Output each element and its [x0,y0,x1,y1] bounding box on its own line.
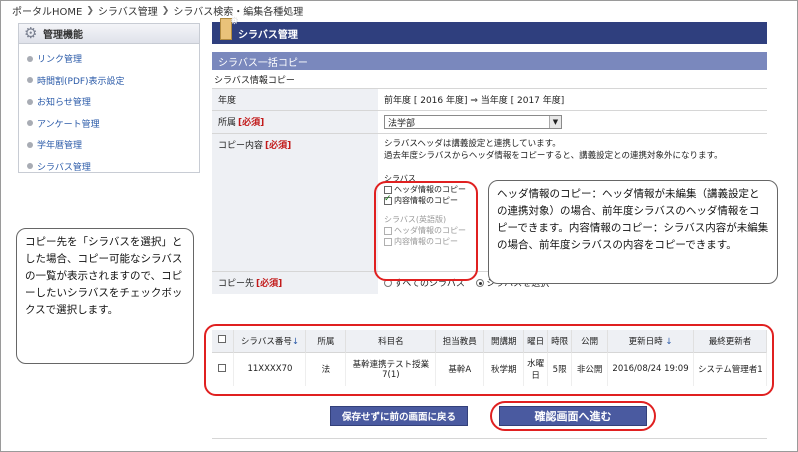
breadcrumb-home[interactable]: ポータルHOME [12,3,82,18]
back-without-saving-button[interactable]: 保存せずに前の画面に戻る [330,406,468,426]
sidebar-item-label: 学年暦管理 [37,141,83,152]
chevron-right-icon: ❯ [161,5,170,16]
cell-teacher: 基幹A [435,351,485,386]
cell-day: 水曜日 [523,351,549,386]
col-published: 公開 [571,330,609,352]
cell-updated: 2016/08/24 19:09 [607,351,694,386]
chevron-right-icon: ❯ [86,5,94,16]
col-period: 時限 [547,330,573,352]
copy-content-label: コピー内容 [必須] [212,133,378,272]
sidebar-header: ⚙ 管理機能 [19,24,199,44]
callout-copy-content: ヘッダ情報のコピー：ヘッダ情報が未編集（講義設定との連携対象）の場合、前年度シラ… [488,180,778,284]
cell-period: 5限 [547,351,573,386]
affiliation-select-value: 法学部 [388,118,416,129]
col-affiliation: 所属 [305,330,347,352]
gear-icon: ⚙ [24,24,38,42]
sort-down-icon: ↓ [665,336,673,347]
cell-published: 非公開 [571,351,609,386]
col-syllabus-code-label: シラバス番号 [240,336,292,347]
col-updater: 最終更新者 [693,330,767,352]
table-header-row: シラバス番号↓ 所属 科目名 担当教員 開講期 曜日 時限 公開 更新日時 ↓ … [212,330,767,352]
section-title: シラバス一括コピー [212,52,767,70]
page-title-bar: ⚙ シラバス管理 [212,16,767,44]
form-row-year: 年度 前年度 [ 2016 年度] ⇒ 当年度 [ 2017 年度] [212,88,767,111]
sidebar-item-link[interactable]: リンク管理 [19,48,199,70]
bullet-icon [27,55,33,62]
sidebar-item-calendar[interactable]: 学年暦管理 [19,134,199,156]
required-mark: [必須] [265,141,292,151]
table-row: 11XXXX70 法 基幹連携テスト授業7(1) 基幹A 秋学期 水曜日 5限 … [212,351,767,386]
sidebar-menu: リンク管理 時間割(PDF)表示設定 お知らせ管理 アンケート管理 学年暦管理 … [19,44,199,177]
col-term: 開講期 [483,330,525,352]
copy-note-2: 過去年度シラバスからヘッダ情報をコピーすると、講義設定との連携対象外になります。 [384,151,723,161]
col-teacher: 担当教員 [435,330,485,352]
subsection-title: シラバス情報コピー [214,76,295,86]
form-row-affiliation: 所属 [必須] 法学部 ▼ [212,110,767,134]
sidebar-item-label: リンク管理 [37,55,83,66]
destination-label-text: コピー先 [218,279,255,289]
divider [212,438,767,439]
year-value: 前年度 [ 2016 年度] ⇒ 当年度 [ 2017 年度] [378,88,767,111]
sidebar-item-label: 時間割(PDF)表示設定 [37,76,125,87]
select-all-checkbox[interactable] [217,335,226,344]
affiliation-label: 所属 [必須] [212,110,378,134]
affiliation-select[interactable]: 法学部 ▼ [384,115,562,129]
page-title: シラバス管理 [238,29,298,41]
confirm-button-highlight-oval [490,401,656,431]
cell-updater: システム管理者1 [693,351,767,386]
col-updated[interactable]: 更新日時 ↓ [607,330,694,352]
affiliation-cell: 法学部 ▼ [378,110,767,134]
sidebar-item-label: アンケート管理 [37,119,100,130]
row-select-cell [212,351,235,386]
required-mark: [必須] [238,118,265,128]
bullet-icon [27,141,33,148]
cell-term: 秋学期 [483,351,525,386]
cell-affiliation: 法 [305,351,347,386]
sidebar-item-survey[interactable]: アンケート管理 [19,113,199,135]
checkbox-highlight-oval [374,181,478,281]
dest-select-radio[interactable] [476,279,485,287]
bullet-icon [27,77,33,84]
select-all-header [212,330,235,352]
col-updated-label: 更新日時 [628,336,663,347]
col-syllabus-code[interactable]: シラバス番号↓ [233,330,307,352]
row-checkbox[interactable] [217,363,226,372]
sidebar-item-label: お知らせ管理 [37,98,91,109]
col-subject: 科目名 [345,330,437,352]
sidebar-item-notice[interactable]: お知らせ管理 [19,91,199,113]
bullet-icon [27,98,33,105]
destination-label: コピー先 [必須] [212,271,378,294]
cell-code: 11XXXX70 [233,351,307,386]
syllabus-table: シラバス番号↓ 所属 科目名 担当教員 開講期 曜日 時限 公開 更新日時 ↓ … [212,330,767,386]
chevron-down-icon: ▼ [549,116,561,128]
callout-copy-content-text: ヘッダ情報のコピー：ヘッダ情報が未編集（講義設定との連携対象）の場合、前年度シラ… [497,188,769,251]
copy-note-1: シラバスヘッダは講義設定と連携しています。 [384,139,561,149]
sidebar-item-syllabus[interactable]: シラバス管理 [19,156,199,178]
gear-icon: ⚙ [230,16,239,27]
col-day: 曜日 [523,330,549,352]
breadcrumb: ポータルHOME ❯ シラバス管理 ❯ シラバス検索・編集各種処理 [12,3,303,19]
bullet-icon [27,120,33,127]
sidebar-title: 管理機能 [43,30,83,41]
affiliation-label-text: 所属 [218,118,237,128]
sidebar-item-label: シラバス管理 [37,162,91,173]
cell-subject: 基幹連携テスト授業7(1) [345,351,437,386]
copy-content-label-text: コピー内容 [218,141,264,151]
callout-destination: コピー先を「シラバスを選択」とした場合、コピー可能なシラバスの一覧が表示されます… [16,228,194,364]
sidebar-item-timetable[interactable]: 時間割(PDF)表示設定 [19,70,199,92]
sort-down-icon: ↓ [291,336,299,347]
sidebar: ⚙ 管理機能 リンク管理 時間割(PDF)表示設定 お知らせ管理 アンケート管理… [18,23,200,173]
required-mark: [必須] [256,279,283,289]
breadcrumb-syllabus-admin[interactable]: シラバス管理 [98,3,158,18]
callout-destination-text: コピー先を「シラバスを選択」とした場合、コピー可能なシラバスの一覧が表示されます… [25,236,183,316]
bullet-icon [27,163,33,170]
year-label: 年度 [212,88,378,111]
